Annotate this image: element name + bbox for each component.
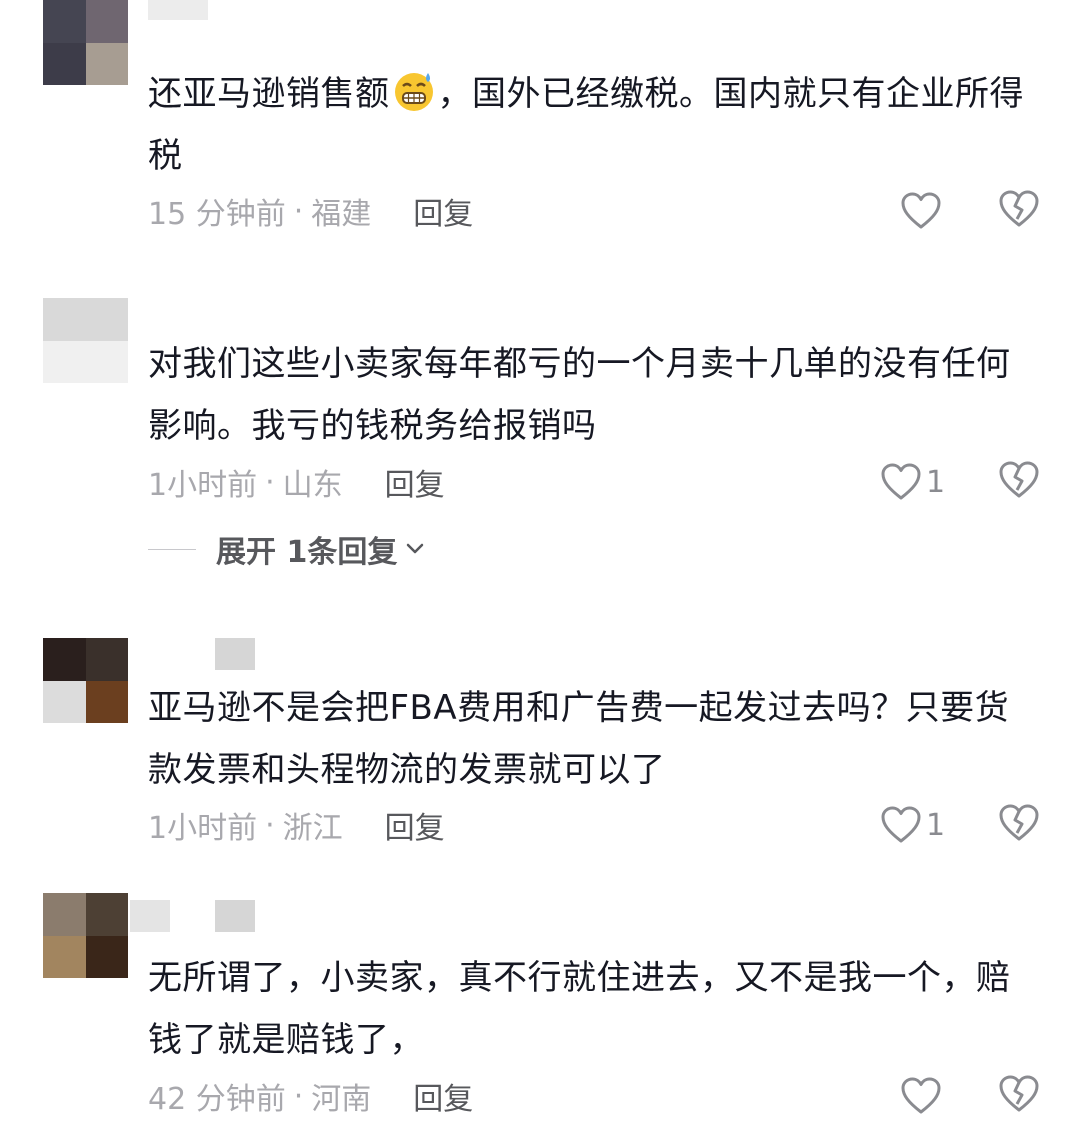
dislike-button[interactable]	[998, 800, 1042, 850]
like-button[interactable]: 1	[880, 800, 945, 850]
comment-text: 还亚马逊销售额 ，国外已经缴税。国内就只有企业所得税	[148, 63, 1038, 187]
comment-meta: 42 分钟前 · 河南 回复	[148, 1071, 473, 1121]
dislike-button[interactable]	[998, 1071, 1042, 1121]
username-blurred[interactable]	[130, 900, 170, 932]
avatar[interactable]	[43, 893, 128, 978]
broken-heart-icon	[998, 1074, 1040, 1118]
separator: ·	[265, 807, 275, 843]
like-button[interactable]	[900, 186, 942, 236]
heart-outline-icon	[900, 191, 942, 231]
dislike-button[interactable]	[998, 186, 1042, 236]
comment-meta: 15 分钟前 · 福建 回复	[148, 186, 473, 236]
reply-button[interactable]: 回复	[413, 189, 473, 233]
avatar[interactable]	[43, 638, 128, 723]
avatar[interactable]	[43, 298, 128, 383]
timestamp: 42 分钟前	[148, 1082, 286, 1117]
username-blurred[interactable]	[215, 900, 255, 932]
comment-text: 对我们这些小卖家每年都亏的一个月卖十几单的没有任何影响。我亏的钱税务给报销吗	[148, 344, 1011, 446]
location: 浙江	[282, 811, 343, 846]
comment-meta: 1小时前 · 山东 回复	[148, 457, 445, 507]
divider	[148, 548, 196, 550]
heart-outline-icon	[900, 1076, 942, 1116]
chevron-down-icon	[405, 542, 425, 556]
broken-heart-icon	[998, 189, 1040, 233]
location: 山东	[282, 468, 343, 503]
comment-text: 亚马逊不是会把FBA费用和广告费一起发过去吗？只要货款发票和头程物流的发票就可以…	[148, 688, 1010, 790]
separator: ·	[293, 193, 304, 229]
separator: ·	[293, 1078, 304, 1114]
timestamp: 15 分钟前	[148, 197, 286, 232]
grimacing-sweat-emoji	[392, 69, 436, 113]
like-button[interactable]	[900, 1071, 942, 1121]
avatar[interactable]	[43, 0, 128, 85]
broken-heart-icon	[998, 803, 1040, 847]
like-button[interactable]: 1	[880, 457, 945, 507]
username-blurred[interactable]	[148, 0, 208, 20]
expand-replies-button[interactable]: 展开 1条回复	[148, 527, 425, 571]
timestamp: 1小时前	[148, 811, 258, 846]
timestamp: 1小时前	[148, 468, 258, 503]
comment-text-part: 还亚马逊销售额	[148, 74, 390, 114]
reply-button[interactable]: 回复	[385, 460, 445, 504]
expand-replies-label: 展开 1条回复	[216, 535, 398, 570]
location: 河南	[311, 1082, 372, 1117]
comment-meta: 1小时前 · 浙江 回复	[148, 800, 445, 850]
comment-text: 无所谓了，小卖家，真不行就住进去，又不是我一个，赔钱了就是赔钱了，	[148, 958, 1011, 1060]
like-count: 1	[926, 807, 946, 843]
like-count: 1	[926, 464, 946, 500]
dislike-button[interactable]	[998, 457, 1042, 507]
separator: ·	[265, 464, 275, 500]
reply-button[interactable]: 回复	[413, 1074, 473, 1118]
broken-heart-icon	[998, 460, 1040, 504]
heart-outline-icon	[880, 805, 922, 845]
heart-outline-icon	[880, 462, 922, 502]
location: 福建	[311, 197, 372, 232]
username-blurred[interactable]	[215, 638, 255, 670]
reply-button[interactable]: 回复	[385, 803, 445, 847]
